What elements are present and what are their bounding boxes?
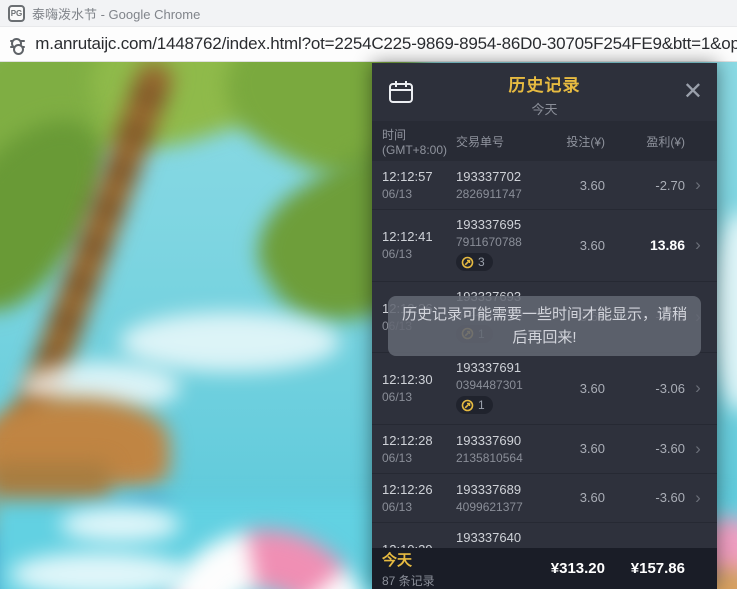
row-time: 12:12:26 06/13: [382, 482, 456, 514]
row-profit: 13.86: [605, 237, 685, 253]
chevron-right-icon[interactable]: ›: [685, 378, 711, 398]
col-header-bet: 投注(¥): [541, 133, 605, 150]
row-order: 193337690 2135810564: [456, 433, 541, 465]
row-time: 12:12:30 06/13: [382, 372, 456, 404]
footer-label: 今天: [382, 549, 456, 570]
row-order: 193337691 0394487301 1: [456, 360, 541, 417]
row-bet: 3.60: [541, 178, 605, 193]
row-time: 12:12:41 06/13: [382, 229, 456, 261]
site-settings-icon[interactable]: [10, 40, 25, 48]
address-bar[interactable]: m.anrutaijc.com/1448762/index.html?ot=22…: [0, 27, 737, 62]
col-header-order: 交易单号: [456, 133, 541, 150]
row-time: 12:12:57 06/13: [382, 169, 456, 201]
window-title: 泰嗨泼水节 - Google Chrome: [32, 4, 200, 23]
history-panel: 历史记录 今天 ✕ 时间 (GMT+8:00) 交易单号 投注(¥) 盈利(¥)…: [372, 63, 717, 589]
row-order: 193337640 4842464260 0+6: [456, 530, 541, 549]
url-text[interactable]: m.anrutaijc.com/1448762/index.html?ot=22…: [35, 34, 737, 54]
row-order: 193337695 7911670788 3: [456, 217, 541, 274]
footer-profit-total: ¥157.86: [605, 560, 685, 577]
history-row[interactable]: 12:12:28 06/13 193337690 2135810564 3.60…: [372, 425, 717, 474]
row-profit: -3.60: [605, 441, 685, 456]
window-titlebar: PG 泰嗨泼水节 - Google Chrome: [0, 0, 737, 27]
bonus-badge: 1: [456, 396, 493, 414]
bonus-count: 1: [478, 398, 485, 412]
row-profit: -2.70: [605, 178, 685, 193]
bonus-badge: 3: [456, 253, 493, 271]
col-header-time: 时间 (GMT+8:00): [382, 126, 456, 157]
row-bet: 3.60: [541, 381, 605, 396]
row-bet: 3.60: [541, 238, 605, 253]
footer-record-count: 87 条记录: [382, 572, 456, 589]
free-spin-icon: [461, 399, 474, 412]
chevron-right-icon[interactable]: ›: [685, 439, 711, 459]
history-header: 历史记录 今天 ✕: [372, 63, 717, 121]
history-row[interactable]: 12:12:26 06/13 193337689 4099621377 3.60…: [372, 474, 717, 523]
row-bet: 3.60: [541, 441, 605, 456]
calendar-icon[interactable]: [386, 78, 416, 106]
row-profit: -3.06: [605, 381, 685, 396]
row-profit: -3.60: [605, 490, 685, 505]
chevron-right-icon[interactable]: ›: [685, 488, 711, 508]
row-time: 12:10:29 06/13: [382, 542, 456, 548]
table-header: 时间 (GMT+8:00) 交易单号 投注(¥) 盈利(¥): [372, 121, 717, 161]
row-order: 193337689 4099621377: [456, 482, 541, 514]
free-spin-icon: [461, 256, 474, 269]
history-row[interactable]: 12:12:41 06/13 193337695 7911670788 3 3.…: [372, 210, 717, 282]
row-bet: 3.60: [541, 490, 605, 505]
chevron-right-icon[interactable]: ›: [685, 235, 711, 255]
history-row[interactable]: 12:10:29 06/13 193337640 4842464260 0+6 …: [372, 523, 717, 549]
history-row[interactable]: 12:12:30 06/13 193337691 0394487301 1 3.…: [372, 353, 717, 425]
screen: PG 泰嗨泼水节 - Google Chrome m.anrutaijc.com…: [0, 0, 737, 589]
history-list: 12:12:57 06/13 193337702 2826911747 3.60…: [372, 161, 717, 548]
row-time: 12:12:28 06/13: [382, 433, 456, 465]
row-order: 193337702 2826911747: [456, 169, 541, 201]
panel-title: 历史记录: [372, 71, 717, 96]
col-header-profit: 盈利(¥): [605, 133, 685, 150]
footer-bet-total: ¥313.20: [541, 560, 605, 577]
loading-toast: 历史记录可能需要一些时间才能显示，请稍后再回来!: [388, 296, 701, 356]
close-icon[interactable]: ✕: [683, 80, 703, 104]
summary-footer: 今天 87 条记录 ¥313.20 ¥157.86: [372, 548, 717, 589]
panel-subtitle: 今天: [372, 99, 717, 118]
site-favicon: PG: [8, 5, 25, 22]
chevron-right-icon[interactable]: ›: [685, 175, 711, 195]
bonus-count: 3: [478, 255, 485, 269]
history-row[interactable]: 12:12:57 06/13 193337702 2826911747 3.60…: [372, 161, 717, 210]
